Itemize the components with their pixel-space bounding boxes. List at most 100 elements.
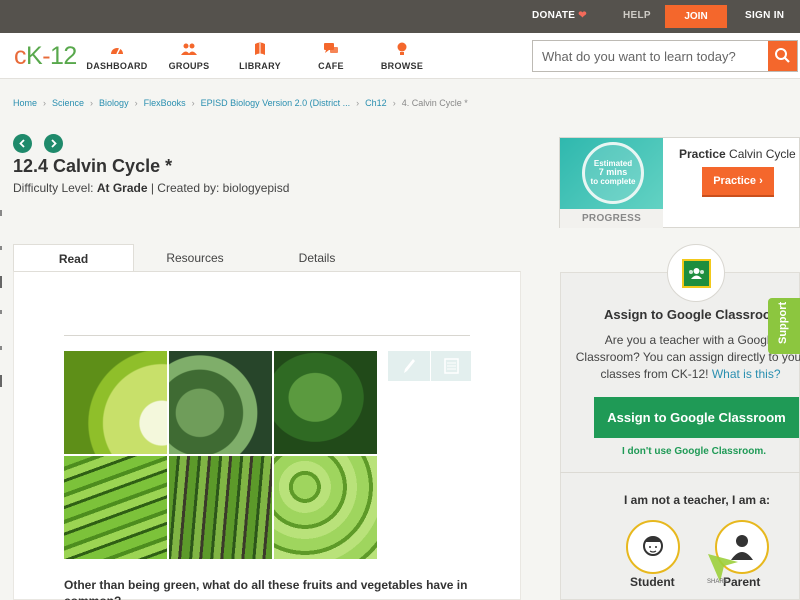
- browse-icon: [397, 42, 407, 55]
- next-lesson-button[interactable]: [44, 134, 63, 153]
- divider: [560, 472, 800, 473]
- classroom-people-icon: [689, 268, 704, 279]
- practice-button[interactable]: Practice ›: [702, 167, 774, 197]
- progress-label: PROGRESS: [560, 209, 663, 228]
- dont-use-classroom-link[interactable]: I don't use Google Classroom.: [622, 446, 766, 457]
- okra-image: [169, 456, 272, 559]
- intro-question: Other than being green, what do all thes…: [64, 578, 468, 600]
- previous-lesson-button[interactable]: [13, 134, 32, 153]
- chevron-right-icon: ›: [759, 175, 763, 187]
- breadcrumb-separator: ›: [392, 98, 396, 108]
- nav-library[interactable]: LIBRARY: [225, 42, 295, 71]
- logo-c: c: [14, 42, 27, 70]
- share-label: SHARE: [707, 579, 728, 585]
- breadcrumb-book[interactable]: EPISD Biology Version 2.0 (District ...: [201, 98, 351, 108]
- nav-cafe-label: CAFE: [318, 61, 344, 71]
- classroom-description: Are you a teacher with a Google Classroo…: [573, 332, 800, 383]
- assign-classroom-button[interactable]: Assign to Google Classroom: [594, 397, 799, 438]
- main-header: cK-12 DASHBOARD GROUPS LIBRARY CAFE BROW…: [0, 33, 800, 79]
- vegetables-image-grid: [64, 351, 377, 559]
- logo-k: K: [26, 42, 43, 70]
- lesson-tabs: Read Resources Details: [13, 244, 521, 273]
- breadcrumb-flexbooks[interactable]: FlexBooks: [144, 98, 186, 108]
- search-box: [532, 40, 798, 72]
- support-tab[interactable]: Support: [768, 298, 800, 354]
- student-role-button[interactable]: [626, 520, 680, 574]
- breadcrumb-separator: ›: [356, 98, 360, 108]
- groups-icon: [181, 43, 197, 55]
- to-complete-label: to complete: [590, 177, 636, 186]
- created-by: | Created by: biologyepisd: [150, 181, 290, 195]
- cabbage-image: [169, 351, 272, 454]
- notes-button[interactable]: [430, 351, 471, 381]
- search-input[interactable]: [533, 41, 769, 71]
- breadcrumb-separator: ›: [191, 98, 195, 108]
- notes-icon: [444, 358, 459, 374]
- dashboard-icon: [111, 47, 123, 55]
- tab-resources[interactable]: Resources: [143, 244, 247, 273]
- search-button[interactable]: [768, 41, 797, 71]
- estimated-time: Estimated 7 mins to complete: [582, 159, 644, 186]
- heart-icon: ❤: [578, 10, 587, 21]
- practice-title: Practice Calvin Cycle: [679, 147, 796, 161]
- google-classroom-logo: [667, 244, 725, 302]
- snap-peas-image: [274, 456, 377, 559]
- divider: [64, 335, 470, 336]
- breadcrumb-home[interactable]: Home: [13, 98, 37, 108]
- practice-title-bold: Practice: [679, 147, 726, 161]
- nav-dashboard-label: DASHBOARD: [86, 61, 148, 71]
- nav-browse[interactable]: BROWSE: [367, 42, 437, 71]
- pencil-icon: [404, 359, 415, 373]
- left-edge-scrollbar[interactable]: [0, 210, 3, 390]
- breadcrumb-separator: ›: [134, 98, 138, 108]
- breadcrumb-chapter[interactable]: Ch12: [365, 98, 387, 108]
- search-icon: [775, 48, 790, 63]
- what-is-this-link[interactable]: What is this?: [712, 367, 781, 381]
- top-bar: DONATE ❤ HELP JOIN SIGN IN: [0, 0, 800, 33]
- highlight-button[interactable]: [388, 351, 429, 381]
- practice-card: Estimated 7 mins to complete PROGRESS Pr…: [559, 137, 800, 228]
- donate-label: DONATE: [532, 10, 576, 21]
- ck12-logo[interactable]: cK-12: [14, 42, 77, 71]
- nav-library-label: LIBRARY: [239, 61, 281, 71]
- difficulty-value: At Grade: [96, 181, 148, 195]
- practice-button-label: Practice: [713, 175, 757, 187]
- green-beans-image: [64, 456, 167, 559]
- lime-image: [64, 351, 167, 454]
- breadcrumb-separator: ›: [90, 98, 94, 108]
- spinach-image: [274, 351, 377, 454]
- annotation-toolbar: [388, 351, 471, 381]
- share-widget[interactable]: SHARE: [706, 552, 740, 585]
- not-teacher-label: I am not a teacher, I am a:: [624, 493, 771, 507]
- breadcrumb-biology[interactable]: Biology: [99, 98, 129, 108]
- breadcrumb-science[interactable]: Science: [52, 98, 84, 108]
- tab-read[interactable]: Read: [13, 244, 134, 273]
- join-button[interactable]: JOIN: [665, 5, 727, 28]
- read-panel: Other than being green, what do all thes…: [13, 271, 521, 600]
- student-label: Student: [630, 575, 675, 589]
- estimated-mins: 7 mins: [598, 167, 628, 177]
- nav-groups[interactable]: GROUPS: [154, 42, 224, 71]
- tab-details[interactable]: Details: [265, 244, 369, 273]
- library-icon: [255, 42, 265, 55]
- nav-dashboard[interactable]: DASHBOARD: [82, 42, 152, 71]
- help-link[interactable]: HELP: [623, 10, 651, 21]
- support-label: Support: [777, 301, 789, 344]
- logo-dash: -: [42, 42, 51, 70]
- breadcrumb-separator: ›: [43, 98, 47, 108]
- practice-thumbnail: Estimated 7 mins to complete: [560, 138, 663, 209]
- cafe-icon: [324, 43, 338, 53]
- page-title: 12.4 Calvin Cycle *: [13, 156, 173, 176]
- breadcrumb-current: 4. Calvin Cycle *: [401, 98, 468, 108]
- chevron-left-icon: [19, 139, 25, 148]
- classroom-heading: Assign to Google Classroom: [604, 307, 783, 322]
- nav-groups-label: GROUPS: [168, 61, 210, 71]
- nav-cafe[interactable]: CAFE: [296, 42, 366, 71]
- donate-link[interactable]: DONATE ❤: [532, 10, 587, 21]
- difficulty-label: Difficulty Level:: [13, 181, 94, 195]
- breadcrumb: Home › Science › Biology › FlexBooks › EPISD Bio…: [13, 98, 468, 108]
- chevron-right-icon: [51, 139, 57, 148]
- practice-title-topic: Calvin Cycle: [729, 147, 796, 161]
- sign-in-link[interactable]: SIGN IN: [745, 10, 784, 21]
- classroom-board-icon: [682, 259, 711, 288]
